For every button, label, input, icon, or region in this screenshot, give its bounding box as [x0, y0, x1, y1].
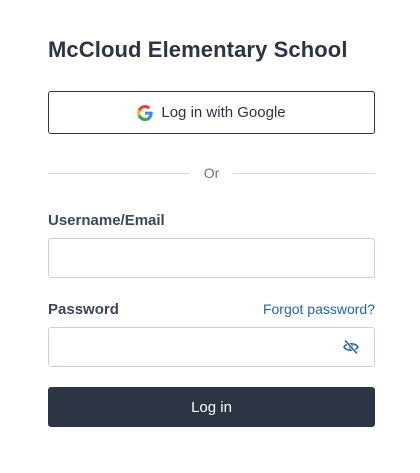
divider-line-right — [233, 172, 375, 174]
or-divider: Or — [48, 162, 375, 184]
username-label: Username/Email — [48, 212, 165, 229]
eye-slash-icon[interactable] — [342, 339, 360, 355]
google-logo-icon — [137, 104, 154, 121]
forgot-password-link[interactable]: Forgot password? — [263, 301, 375, 317]
google-login-button[interactable]: Log in with Google — [48, 91, 375, 134]
google-login-label: Log in with Google — [161, 104, 286, 121]
username-field[interactable] — [48, 238, 375, 278]
page-title: McCloud Elementary School — [48, 37, 348, 62]
login-button[interactable]: Log in — [48, 387, 375, 427]
password-field[interactable] — [48, 327, 375, 367]
divider-text: Or — [203, 165, 220, 181]
divider-line-left — [48, 172, 190, 174]
password-label: Password — [48, 301, 119, 318]
